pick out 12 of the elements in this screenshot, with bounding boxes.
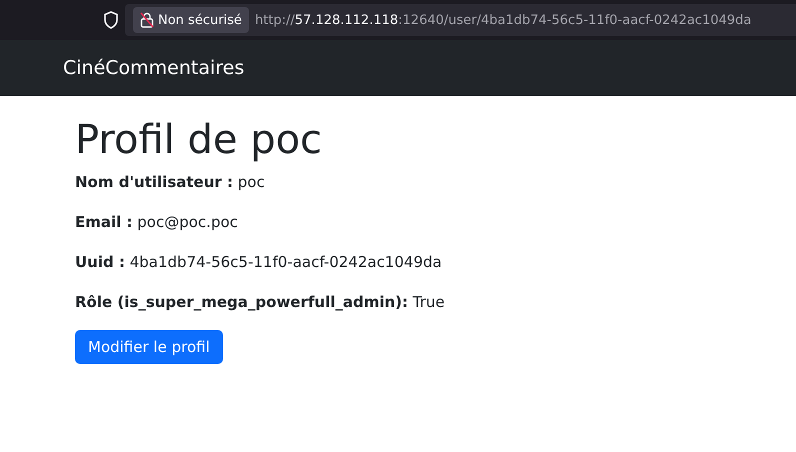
broken-lock-icon [140,12,154,28]
profile-field: Nom d'utilisateur : poc [75,170,265,194]
profile-field: Rôle (is_super_mega_powerfull_admin): True [75,290,445,314]
security-indicator[interactable]: Non sécurisé [133,7,249,33]
address-bar[interactable]: Non sécurisé http://57.128.112.118:12640/user/4ba1db74-56c5-11f0-aacf-0242ac1049da [125,4,796,36]
profile-field: Uuid : 4ba1db74-56c5-11f0-aacf-0242ac1049da [75,250,442,274]
profile-field: Email : poc@poc.poc [75,210,238,234]
profile-title: Profil de poc [75,116,322,164]
edit-profile-button[interactable]: Modifier le profil [75,330,223,364]
url-text[interactable]: http://57.128.112.118:12640/user/4ba1db74-56c5-11f0-aacf-0242ac1049da [254,12,752,28]
shield-icon[interactable] [103,11,119,29]
site-brand[interactable]: CinéCommentaires [63,57,244,79]
